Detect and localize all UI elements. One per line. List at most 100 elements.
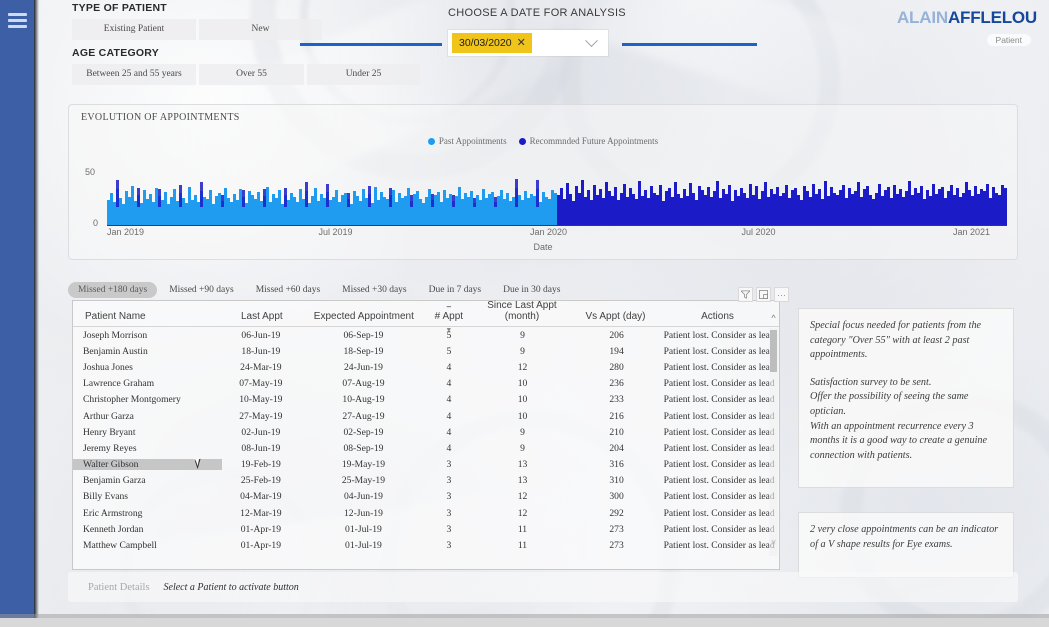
chart-past-area — [107, 207, 557, 225]
cell-num-appt: 3 — [446, 475, 452, 487]
column-header-since-last-appt[interactable]: Since Last Appt (month) — [471, 300, 573, 326]
cell-patient-name: Benjamin Austin — [83, 345, 148, 357]
slicer-option-under-25[interactable]: Under 25 — [307, 64, 420, 85]
cell-action: Patient lost. Consider as lead — [663, 540, 775, 552]
cell-vs-appt: 292 — [609, 507, 624, 519]
cell-last-appt: 19-Feb-19 — [240, 459, 281, 471]
scrollbar-thumb[interactable] — [770, 330, 777, 372]
tab-due-in-30-days[interactable]: Due in 30 days — [493, 282, 570, 298]
brand-name-first: ALAIN — [896, 8, 948, 27]
table-row[interactable]: Arthur Garza 27-May-19 27-Aug-19 4 10 21… — [73, 408, 779, 424]
table-row[interactable]: Eric Armstrong 12-Mar-19 12-Jun-19 3 12 … — [73, 505, 779, 521]
cell-last-appt: 01-Apr-19 — [240, 523, 281, 535]
column-header-last-appt[interactable]: Last Appt — [223, 311, 301, 326]
chart-x-axis-ticks: Jan 2019 Jul 2019 Jan 2020 Jul 2020 Jan 2021 — [107, 227, 1007, 241]
slicer-option-over-55[interactable]: Over 55 — [199, 64, 304, 85]
tab-missed-30-days[interactable]: Missed +30 days — [332, 282, 416, 298]
cell-num-appt: 3 — [446, 459, 452, 471]
table-row[interactable]: Billy Evans 04-Mar-19 04-Jun-19 3 12 300… — [73, 489, 779, 505]
cell-since-last-appt: 11 — [517, 523, 528, 535]
cell-action: Patient lost. Consider as lead — [663, 491, 775, 503]
tab-missed-60-days[interactable]: Missed +60 days — [246, 282, 330, 298]
cell-last-appt: 01-Apr-19 — [240, 540, 281, 552]
close-icon[interactable]: ✕ — [517, 37, 526, 49]
cell-last-appt: 08-Jun-19 — [241, 442, 281, 454]
cell-vs-appt: 194 — [609, 345, 624, 357]
slicer-option-new[interactable]: New — [199, 19, 322, 40]
x-tick-label: Jul 2020 — [741, 227, 776, 237]
patient-details-button[interactable]: Patient Details — [80, 579, 158, 596]
cell-expected-appointment: 02-Sep-19 — [343, 426, 384, 438]
cell-action: Patient lost. Consider as lead — [663, 426, 775, 438]
focus-mode-icon[interactable] — [756, 287, 771, 302]
table-row[interactable]: Walter Gibson 19-Feb-19 19-May-19 3 13 3… — [73, 457, 779, 473]
cell-patient-name: Joseph Morrison — [83, 329, 148, 341]
hamburger-menu-icon[interactable] — [8, 13, 27, 28]
visual-header-icons[interactable]: ··· — [738, 287, 789, 302]
cell-expected-appointment: 12-Jun-19 — [343, 507, 383, 519]
cell-since-last-appt: 10 — [517, 394, 528, 406]
note1-paragraph-4: With an appointment recurrence every 3 m… — [810, 420, 988, 461]
age-category-slicer[interactable]: Between 25 and 55 years Over 55 Under 25 — [72, 64, 420, 85]
table-row[interactable]: Kenneth Jordan 01-Apr-19 01-Jul-19 3 11 … — [73, 521, 779, 537]
cell-expected-appointment: 07-Aug-19 — [342, 378, 385, 390]
y-tick-0: 0 — [93, 218, 99, 228]
column-header-num-appt[interactable]: ━ # Appt ▼ — [427, 304, 471, 334]
chevron-down-icon[interactable] — [585, 33, 598, 47]
table-row[interactable]: Jeremy Reyes 08-Jun-19 08-Sep-19 4 9 204… — [73, 440, 779, 456]
column-header-actions[interactable]: Actions — [658, 311, 777, 326]
cell-vs-appt: 273 — [609, 523, 624, 535]
more-options-icon[interactable]: ··· — [774, 287, 789, 302]
chart-baseline — [107, 225, 1007, 226]
chart-legend: Past Appointments Recommnded Future Appo… — [69, 136, 1017, 146]
slicer-option-between-25-and-55[interactable]: Between 25 and 55 years — [72, 64, 196, 85]
table-tab-strip[interactable]: Missed +180 days Missed +90 days Missed +6… — [68, 282, 570, 298]
column-header-vs-appt[interactable]: Vs Appt (day) — [573, 311, 658, 326]
table-row[interactable]: Lawrence Graham 07-May-19 07-Aug-19 4 10… — [73, 376, 779, 392]
tab-missed-180-days[interactable]: Missed +180 days — [68, 282, 158, 298]
filter-icon[interactable] — [738, 287, 753, 302]
evolution-of-appointments-chart: EVOLUTION OF APPOINTMENTS Past Appointme… — [68, 104, 1018, 260]
cell-num-appt: 4 — [446, 394, 452, 406]
tab-missed-90-days[interactable]: Missed +90 days — [159, 282, 243, 298]
rail-shadow — [34, 0, 39, 627]
table-row[interactable]: Benjamin Austin 18-Jun-19 18-Sep-19 5 9 … — [73, 343, 779, 359]
cell-last-appt: 02-Jun-19 — [241, 426, 281, 438]
tab-due-in-7-days[interactable]: Due in 7 days — [419, 282, 492, 298]
y-tick-50: 50 — [85, 167, 96, 177]
legend-dot-past — [427, 137, 435, 145]
patient-details-hint: Select a Patient to activate button — [163, 581, 299, 593]
table-row[interactable]: Matthew Campbell 01-Apr-19 01-Jul-19 3 1… — [73, 537, 779, 553]
table-row[interactable]: Joshua Jones 24-Mar-19 24-Jun-19 4 12 28… — [73, 359, 779, 375]
cell-action: Patient lost. Consider as lead — [663, 523, 775, 535]
scroll-up-icon[interactable]: ^ — [768, 313, 779, 323]
table-row[interactable]: Benjamin Garza 25-Feb-19 25-May-19 3 13 … — [73, 473, 779, 489]
cell-patient-name: Matthew Campbell — [83, 540, 157, 552]
cell-expected-appointment: 19-May-19 — [341, 459, 386, 471]
chart-plot-area — [107, 163, 1007, 225]
cell-vs-appt: 310 — [609, 475, 624, 487]
table-row[interactable]: Bruce Price 03-Apr-19 03-Jul-19 3 11 271… — [73, 554, 779, 555]
legend-item-past[interactable]: Past Appointments — [427, 136, 507, 146]
table-scrollbar[interactable] — [769, 328, 778, 556]
cell-vs-appt: 280 — [609, 361, 624, 373]
legend-item-future[interactable]: Recommnded Future Appointments — [518, 136, 658, 146]
chart-title: EVOLUTION OF APPOINTMENTS — [81, 112, 240, 123]
cell-action: Patient lost. Consider as lead — [663, 410, 775, 422]
table-row[interactable]: Henry Bryant 02-Jun-19 02-Sep-19 4 9 210… — [73, 424, 779, 440]
insight-note-primary: Special focus needed for patients from t… — [798, 308, 1014, 488]
table-row[interactable]: Joseph Morrison 06-Jun-19 06-Sep-19 5 9 … — [73, 327, 779, 343]
cell-action: Patient lost. Consider as lead — [663, 378, 775, 390]
column-header-patient-name[interactable]: Patient Name — [75, 311, 223, 326]
column-header-expected-appointment[interactable]: Expected Appointment — [301, 311, 427, 326]
slicer-option-existing-patient[interactable]: Existing Patient — [72, 19, 196, 40]
cell-since-last-appt: 13 — [517, 475, 528, 487]
age-category-title: AGE CATEGORY — [72, 47, 160, 59]
date-slicer[interactable]: 30/03/2020 ✕ — [448, 30, 608, 56]
cell-since-last-appt: 9 — [520, 329, 525, 341]
table-row[interactable]: Christopher Montgomery 10-May-19 10-Aug-… — [73, 392, 779, 408]
type-of-patient-slicer[interactable]: Existing Patient New — [72, 19, 420, 40]
filter-panel: TYPE OF PATIENT Existing Patient New AGE… — [72, 2, 420, 92]
cell-vs-appt: 273 — [609, 540, 624, 552]
date-slicer-chip[interactable]: 30/03/2020 ✕ — [452, 33, 532, 53]
